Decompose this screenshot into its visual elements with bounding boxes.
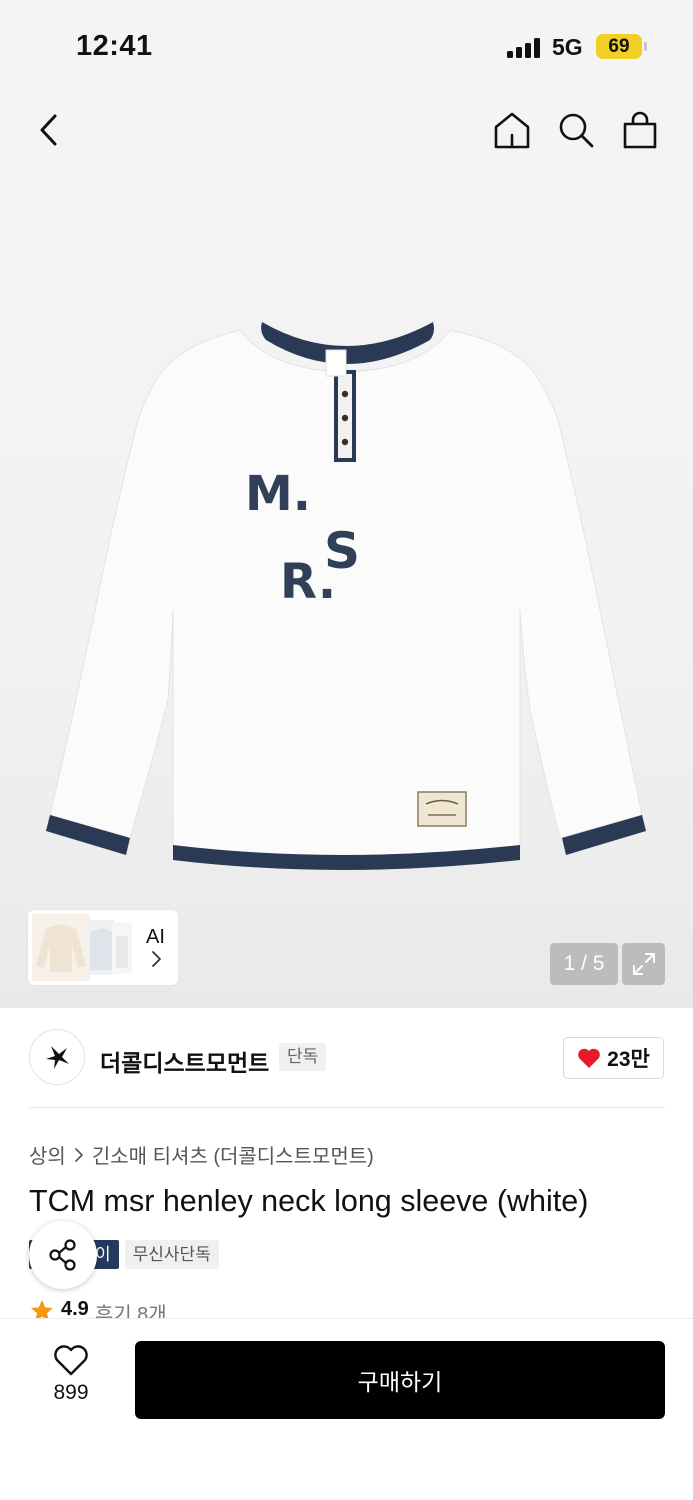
signal-icon: [507, 38, 543, 58]
chevron-right-icon: [152, 951, 161, 967]
tag-pay-label: 이: [95, 1245, 111, 1264]
buy-button[interactable]: 구매하기: [135, 1341, 665, 1419]
product-title: TCM msr henley neck long sleeve (white): [29, 1184, 589, 1218]
breadcrumb-category[interactable]: 상의: [29, 1140, 66, 1169]
product-photo: M. S R.: [46, 322, 646, 870]
product-image-carousel[interactable]: M. S R. AI 1 / 5: [0, 170, 693, 1008]
home-button[interactable]: [490, 108, 534, 152]
search-icon: [559, 113, 594, 148]
wishlist-count: 899: [53, 1381, 89, 1404]
brand-name[interactable]: 더콜디스트모먼트: [100, 1044, 269, 1078]
status-time: 12:41: [76, 30, 153, 62]
heart-filled-icon: [578, 1048, 600, 1068]
brand-star-icon: [46, 1046, 69, 1069]
battery-nub: [644, 42, 647, 51]
battery-icon: 69: [596, 34, 642, 59]
tag-exclusive: 무신사단독: [124, 1240, 219, 1269]
breadcrumb-subcategory[interactable]: 긴소매 티셔츠 (더콜디스트모먼트): [92, 1140, 374, 1169]
exclusive-badge: 단독: [279, 1043, 327, 1071]
brand-like-button[interactable]: 23만: [563, 1037, 664, 1079]
brand-logo[interactable]: [29, 1029, 85, 1085]
ai-thumbnail-card[interactable]: AI: [28, 910, 178, 985]
rating-score: 4.9: [61, 1298, 89, 1320]
star-icon: [31, 1300, 53, 1320]
thumbnail-images: [32, 914, 132, 981]
print-letter-m: M.: [245, 466, 311, 522]
bottom-bar: 899 구매하기: [0, 1318, 693, 1500]
chevron-left-icon: [40, 114, 57, 146]
home-icon: [494, 112, 530, 149]
share-icon: [49, 1239, 76, 1271]
brand-like-count: 23만: [607, 1048, 650, 1071]
wishlist-button[interactable]: 899: [40, 1345, 102, 1417]
expand-icon: [632, 953, 655, 975]
back-button[interactable]: [28, 108, 72, 152]
print-letter-r: R.: [280, 554, 336, 610]
status-bar: 12:41 5G 69: [0, 0, 693, 90]
top-nav: [0, 90, 693, 170]
rating-row: 4.9 후기 8개: [29, 1298, 167, 1320]
divider: [29, 1107, 665, 1108]
network-type: 5G: [552, 34, 583, 60]
cart-button[interactable]: [618, 108, 662, 152]
search-button[interactable]: [554, 108, 598, 152]
battery-level: 69: [608, 35, 630, 57]
share-button[interactable]: [29, 1221, 97, 1289]
brand-row: 더콜디스트모먼트 단독 23만: [0, 1008, 693, 1108]
chevron-right-icon: [75, 1147, 83, 1162]
heart-outline-icon: [54, 1345, 88, 1376]
expand-button[interactable]: [622, 943, 665, 985]
image-pager: 1 / 5: [550, 943, 618, 985]
shopping-bag-icon: [623, 111, 657, 149]
review-count[interactable]: 후기 8개: [95, 1298, 167, 1320]
breadcrumb: 상의 긴소매 티셔츠 (더콜디스트모먼트): [29, 1140, 374, 1169]
ai-label: AI: [146, 926, 165, 948]
